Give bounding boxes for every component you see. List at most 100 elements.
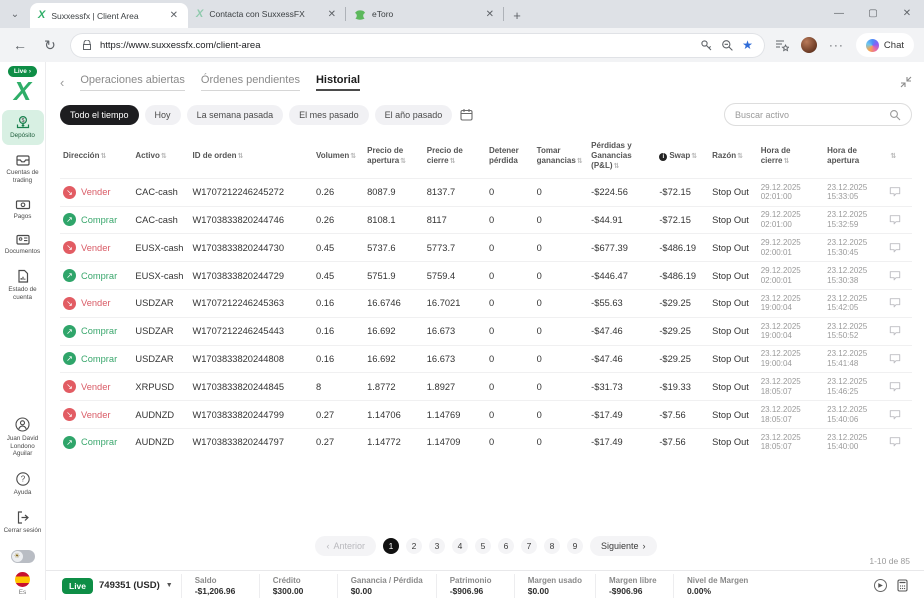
sort-icon[interactable]: ⇅	[577, 158, 583, 165]
sidebar-item-pagos[interactable]: Pagos	[2, 193, 44, 226]
column-header[interactable]: Precio de cierre⇅	[424, 138, 486, 178]
browser-menu-icon[interactable]: ···	[829, 38, 844, 52]
sort-icon[interactable]: ⇅	[784, 158, 790, 165]
profile-avatar[interactable]	[801, 37, 817, 53]
column-header[interactable]: ID de orden⇅	[189, 138, 313, 178]
table-row[interactable]: Comprar USDZAR W1707212246245443 0.16 16…	[60, 317, 912, 345]
sort-icon[interactable]: ⇅	[691, 153, 697, 160]
time-filter-pill[interactable]: El año pasado	[375, 105, 453, 125]
sort-icon[interactable]: ⇅	[100, 153, 106, 160]
calendar-icon[interactable]	[460, 108, 473, 121]
column-header[interactable]: Pérdidas y Ganancias (P&L)⇅	[588, 138, 656, 178]
time-filter-pill[interactable]: El mes pasado	[289, 105, 369, 125]
column-header[interactable]: Tomar ganancias⇅	[534, 138, 589, 178]
table-row[interactable]: Comprar EUSX-cash W1703833820244729 0.45…	[60, 262, 912, 290]
comment-icon[interactable]	[889, 409, 901, 421]
column-header[interactable]: Hora de cierre⇅	[758, 138, 824, 178]
favorite-star-icon[interactable]: ★	[742, 38, 753, 52]
comment-icon[interactable]	[889, 353, 901, 365]
browser-tab[interactable]: X Suxxessfx | Client Area ✕	[30, 3, 188, 28]
sidebar-item-cuentas-de-trading[interactable]: Cuentas de trading	[2, 148, 44, 190]
column-header[interactable]: Detener pérdida	[486, 138, 534, 178]
tab-historial[interactable]: Historial	[316, 74, 360, 91]
page-number-button[interactable]: 9	[567, 538, 583, 554]
table-row[interactable]: Vender XRPUSD W1703833820244845 8 1.8772…	[60, 373, 912, 401]
play-circle-icon[interactable]: ▶	[874, 579, 887, 592]
time-filter-pill[interactable]: Hoy	[145, 105, 181, 125]
copilot-chat-button[interactable]: Chat	[856, 33, 914, 57]
new-tab-button[interactable]: +	[504, 2, 530, 28]
time-filter-pill[interactable]: Todo el tiempo	[60, 105, 139, 125]
sort-icon[interactable]: ⇅	[161, 153, 167, 160]
browser-tab[interactable]: eToro ✕	[346, 0, 504, 28]
window-close-button[interactable]: ✕	[890, 0, 924, 26]
time-filter-pill[interactable]: La semana pasada	[187, 105, 284, 125]
sidebar-item-estado-de-cuenta[interactable]: Estado de cuenta	[2, 264, 44, 307]
tab-close-icon[interactable]: ✕	[168, 10, 180, 21]
column-header[interactable]: ⇅	[886, 138, 912, 178]
tab-operaciones-abiertas[interactable]: Operaciones abiertas	[80, 74, 185, 91]
window-minimize-button[interactable]: —	[822, 0, 856, 26]
comment-icon[interactable]	[889, 297, 901, 309]
collections-icon[interactable]	[775, 39, 789, 52]
column-header[interactable]: Volumen⇅	[313, 138, 364, 178]
sidebar-footer-logout[interactable]: Cerrar sesión	[2, 505, 44, 540]
tab--rdenes-pendientes[interactable]: Órdenes pendientes	[201, 74, 300, 91]
column-header[interactable]: Hora de apertura	[824, 138, 886, 178]
page-number-button[interactable]: 1	[383, 538, 399, 554]
sort-icon[interactable]: ⇅	[238, 153, 244, 160]
table-row[interactable]: Vender CAC-cash W1707212246245272 0.26 8…	[60, 178, 912, 206]
sidebar-item-documentos[interactable]: Documentos	[2, 228, 44, 261]
sidebar-footer-user[interactable]: Juan David Londono Aguilar	[2, 411, 44, 464]
tab-close-icon[interactable]: ✕	[326, 9, 338, 20]
comment-icon[interactable]	[889, 242, 901, 254]
window-restore-button[interactable]: ▢	[856, 0, 890, 26]
refresh-button[interactable]: ↻	[40, 37, 60, 54]
next-page-button[interactable]: Siguiente ›	[590, 536, 657, 556]
column-header[interactable]: Activo⇅	[132, 138, 189, 178]
previous-page-button[interactable]: ‹ Anterior	[315, 536, 376, 556]
comment-icon[interactable]	[889, 214, 901, 226]
table-row[interactable]: Vender EUSX-cash W1703833820244730 0.45 …	[60, 234, 912, 262]
page-number-button[interactable]: 7	[521, 538, 537, 554]
sort-icon[interactable]: ⇅	[737, 153, 743, 160]
sort-icon[interactable]: ⇅	[400, 158, 406, 165]
search-input[interactable]	[735, 110, 883, 120]
password-key-icon[interactable]	[700, 39, 713, 52]
column-header[interactable]: Dirección⇅	[60, 138, 132, 178]
comment-icon[interactable]	[889, 436, 901, 448]
column-header[interactable]: iSwap⇅	[656, 138, 709, 178]
sort-icon[interactable]: ⇅	[350, 153, 356, 160]
table-row[interactable]: Comprar CAC-cash W1703833820244746 0.26 …	[60, 206, 912, 234]
info-icon[interactable]: i	[659, 153, 667, 161]
page-number-button[interactable]: 2	[406, 538, 422, 554]
back-button[interactable]: ←	[10, 37, 30, 53]
spain-flag-icon[interactable]	[15, 572, 30, 587]
sidebar-footer-help[interactable]: ? Ayuda	[2, 466, 44, 502]
tab-close-icon[interactable]: ✕	[484, 9, 496, 20]
sidebar-item-dep-sito[interactable]: $ Depósito	[2, 110, 44, 145]
comment-icon[interactable]	[889, 381, 901, 393]
comment-icon[interactable]	[889, 186, 901, 198]
tab-search-chevron-icon[interactable]: ⌄	[0, 0, 30, 28]
table-row[interactable]: Comprar USDZAR W1703833820244808 0.16 16…	[60, 345, 912, 373]
back-chevron-icon[interactable]: ‹	[60, 75, 64, 90]
page-number-button[interactable]: 5	[475, 538, 491, 554]
sort-icon[interactable]: ⇅	[614, 163, 620, 170]
address-bar[interactable]: https://www.suxxessfx.com/client-area ★	[70, 33, 765, 58]
column-header[interactable]: Precio de apertura⇅	[364, 138, 424, 178]
sort-icon[interactable]: ⇅	[450, 158, 456, 165]
sort-icon[interactable]: ⇅	[890, 153, 896, 160]
table-row[interactable]: Vender AUDNZD W1703833820244799 0.27 1.1…	[60, 401, 912, 429]
chevron-down-icon[interactable]: ▼	[166, 582, 173, 589]
page-number-button[interactable]: 3	[429, 538, 445, 554]
account-selector[interactable]: Live 749351 (USD) ▼	[54, 578, 181, 594]
comment-icon[interactable]	[889, 270, 901, 282]
page-number-button[interactable]: 6	[498, 538, 514, 554]
comment-icon[interactable]	[889, 325, 901, 337]
zoom-out-icon[interactable]	[721, 39, 734, 52]
page-number-button[interactable]: 4	[452, 538, 468, 554]
url-text[interactable]: https://www.suxxessfx.com/client-area	[100, 40, 692, 51]
calculator-icon[interactable]	[897, 579, 908, 592]
browser-tab[interactable]: X Contacta con SuxxessFX ✕	[188, 0, 346, 28]
